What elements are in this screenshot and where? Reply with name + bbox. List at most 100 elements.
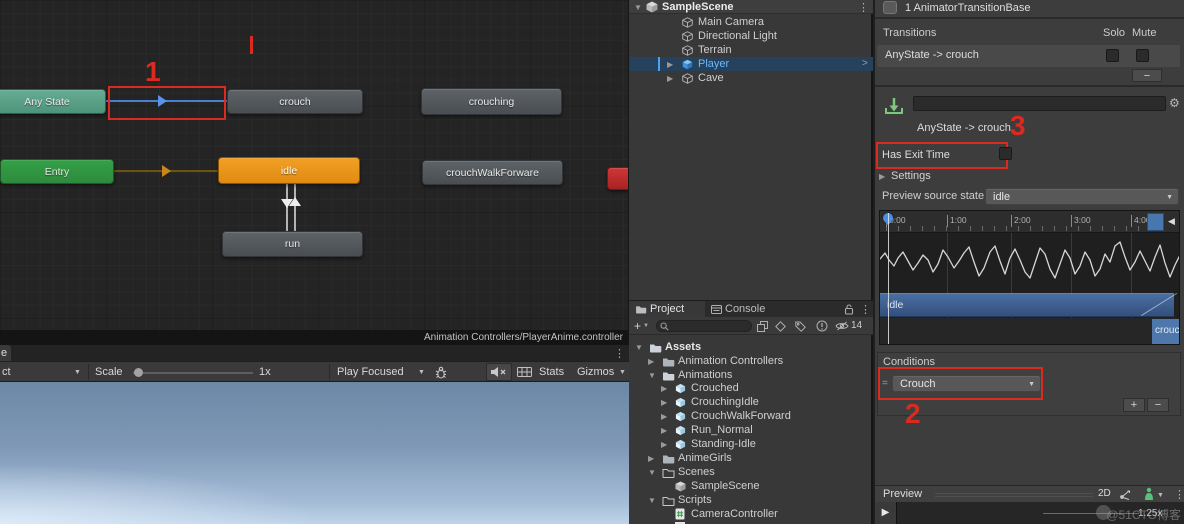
foldout-open-icon[interactable]: ▼ (648, 371, 656, 380)
tree-item-animegirls[interactable]: ▶ AnimeGirls (629, 451, 873, 465)
grid-overlay-icon[interactable] (517, 367, 532, 377)
search-input[interactable] (656, 320, 752, 332)
foldout-open-icon[interactable]: ▼ (648, 496, 656, 505)
padlock-icon[interactable] (844, 304, 854, 315)
open-new-window-icon[interactable] (757, 321, 768, 332)
timeline-ruler[interactable]: 0:00 1:00 2:00 3:00 4:00 ◀ (880, 211, 1180, 233)
remove-transition-button[interactable]: − (1132, 69, 1162, 82)
foldout-closed-icon[interactable]: ▶ (648, 357, 654, 366)
prefab-filter-icon[interactable] (775, 321, 786, 332)
aspect-dropdown[interactable]: ct (2, 366, 11, 378)
scale-slider-track[interactable] (133, 372, 253, 374)
hierarchy-item-cave[interactable]: ▶ Cave (629, 71, 873, 85)
hierarchy-item-main-camera[interactable]: Main Camera (629, 15, 873, 29)
tree-item-assets[interactable]: ▼ Assets (629, 340, 873, 354)
chevron-right-icon[interactable]: > (862, 58, 868, 69)
mute-checkbox[interactable] (1136, 49, 1149, 62)
transition-name-field[interactable] (913, 96, 1166, 111)
tree-item-run-normal[interactable]: ▶ Run_Normal (629, 423, 873, 437)
chevron-down-icon[interactable]: ▼ (643, 323, 649, 329)
tree-item-scripts[interactable]: ▼ Scripts (629, 493, 873, 507)
tab-console[interactable]: Console (707, 301, 781, 318)
clip-track-2[interactable]: crouch (880, 318, 1180, 345)
settings-foldout[interactable]: Settings (891, 170, 931, 182)
eye-off-icon[interactable] (835, 321, 849, 331)
foldout-closed-icon[interactable]: ▶ (661, 426, 667, 435)
play-focused-dropdown[interactable]: Play Focused (337, 366, 404, 378)
foldout-closed-icon[interactable]: ▶ (879, 172, 885, 181)
state-node-crouchwalkforware[interactable]: crouchWalkForware (422, 160, 563, 185)
remove-condition-button[interactable]: − (1147, 398, 1169, 412)
transition-list-row[interactable]: AnyState -> crouch (877, 45, 1180, 67)
pivot-axis-icon[interactable] (1118, 489, 1132, 501)
state-node-idle[interactable]: idle (218, 157, 360, 184)
chevron-down-icon[interactable]: ▼ (74, 369, 81, 376)
stats-button[interactable]: Stats (539, 366, 564, 378)
tree-item-animations[interactable]: ▼ Animations (629, 368, 873, 382)
foldout-closed-icon[interactable]: ▶ (667, 74, 673, 83)
preview-2d-button[interactable]: 2D (1098, 488, 1111, 499)
foldout-closed-icon[interactable]: ▶ (661, 440, 667, 449)
preview-header[interactable]: Preview 2D ▼ ⋮ (875, 485, 1184, 502)
transition-timeline[interactable]: 0:00 1:00 2:00 3:00 4:00 ◀ idle (879, 210, 1180, 345)
tab-game-partial[interactable]: e (0, 345, 11, 361)
preview-play-button[interactable]: ▶ (875, 502, 897, 524)
has-exit-time-checkbox[interactable] (999, 147, 1012, 160)
animator-graph-panel[interactable]: Any State crouch crouching Entry idle cr… (0, 0, 629, 345)
foldout-closed-icon[interactable]: ▶ (661, 384, 667, 393)
chevron-down-icon[interactable]: ▼ (1157, 492, 1164, 499)
state-node-any-state[interactable]: Any State (0, 89, 106, 114)
foldout-closed-icon[interactable]: ▶ (648, 454, 654, 463)
clip-bar-idle[interactable]: idle (880, 293, 1174, 317)
game-kebab-icon[interactable]: ⋮ (614, 347, 625, 360)
state-node-crouching[interactable]: crouching (421, 88, 562, 115)
tree-item-standing-idle[interactable]: ▶ Standing-Idle (629, 437, 873, 451)
state-node-crouch[interactable]: crouch (227, 89, 363, 114)
state-node-partial[interactable] (607, 167, 629, 190)
foldout-open-icon[interactable]: ▼ (635, 343, 643, 352)
hierarchy-item-player[interactable]: ▶ Player > (629, 57, 873, 71)
transition-range-handle[interactable] (1147, 213, 1164, 231)
transition-idle-to-run[interactable] (286, 184, 288, 232)
debug-bug-icon[interactable] (434, 365, 448, 379)
hierarchy-item-terrain[interactable]: Terrain (629, 43, 873, 57)
audio-mute-button[interactable] (486, 363, 512, 381)
tree-item-crouchwalkforward[interactable]: ▶ CrouchWalkForward (629, 409, 873, 423)
clip-bar-crouch[interactable]: crouch (1152, 319, 1180, 344)
create-plus-button[interactable]: + (634, 319, 641, 333)
hierarchy-item-directional-light[interactable]: Directional Light (629, 29, 873, 43)
alert-icon[interactable] (816, 320, 828, 332)
tree-item-cameracontroller[interactable]: CameraController (629, 507, 873, 521)
state-node-entry[interactable]: Entry (0, 159, 114, 184)
project-kebab-icon[interactable]: ⋮ (860, 303, 871, 316)
state-node-run[interactable]: run (222, 231, 363, 257)
foldout-closed-icon[interactable]: ▶ (667, 60, 673, 69)
playhead-line[interactable] (888, 213, 889, 345)
gear-icon[interactable]: ⚙ (1169, 96, 1180, 110)
tree-item-crouched[interactable]: ▶ Crouched (629, 381, 873, 395)
foldout-closed-icon[interactable]: ▶ (661, 412, 667, 421)
avatar-icon[interactable] (1143, 487, 1155, 501)
preview-source-dropdown[interactable]: idle ▼ (985, 188, 1179, 205)
game-viewport[interactable] (0, 382, 629, 524)
foldout-closed-icon[interactable]: ▶ (661, 398, 667, 407)
foldout-open-icon[interactable]: ▼ (634, 3, 642, 12)
gizmos-dropdown[interactable]: Gizmos (577, 366, 614, 378)
tab-project[interactable]: Project (629, 301, 705, 318)
chevron-down-icon[interactable]: ▼ (418, 369, 425, 376)
add-condition-button[interactable]: + (1123, 398, 1145, 412)
rewind-marker-icon[interactable]: ◀ (1168, 216, 1175, 227)
preview-kebab-icon[interactable]: ⋮ (1174, 488, 1184, 501)
tree-item-samplescene[interactable]: SampleScene (629, 479, 873, 493)
hierarchy-kebab-icon[interactable]: ⋮ (858, 1, 869, 14)
foldout-open-icon[interactable]: ▼ (648, 468, 656, 477)
label-tag-icon[interactable] (795, 321, 806, 332)
hierarchy-scene-header[interactable]: ▼ SampleScene ⋮ (629, 0, 873, 14)
tree-item-crouchingidle[interactable]: ▶ CrouchingIdle (629, 395, 873, 409)
solo-checkbox[interactable] (1106, 49, 1119, 62)
transition-arrow-icon[interactable] (162, 165, 171, 177)
chevron-down-icon[interactable]: ▼ (619, 369, 626, 376)
scale-slider-thumb[interactable] (134, 368, 143, 377)
transition-run-to-idle[interactable] (294, 184, 296, 232)
tree-item-animation-controllers[interactable]: ▶ Animation Controllers (629, 354, 873, 368)
